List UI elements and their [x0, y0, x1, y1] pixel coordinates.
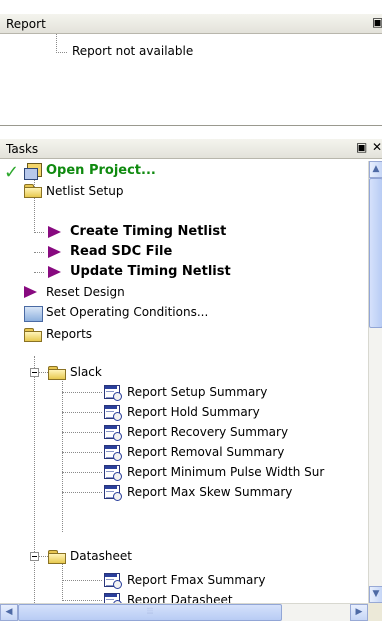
folder-icon	[24, 184, 42, 198]
flag-icon	[48, 246, 61, 258]
tree-connector	[34, 356, 35, 560]
report-panel-header: Report ▣	[0, 14, 382, 34]
tree-connector	[62, 378, 63, 532]
folder-datasheet[interactable]: Datasheet	[70, 546, 132, 566]
task-report-max-skew-summary[interactable]: Report Max Skew Summary	[127, 482, 292, 502]
flag-icon	[48, 266, 61, 278]
scroll-left-icon[interactable]: ◀	[0, 604, 18, 621]
task-report-minimum-pulse-width-summary[interactable]: Report Minimum Pulse Width Sur	[127, 462, 324, 482]
tasks-panel-title: Tasks	[6, 142, 39, 156]
collapse-icon[interactable]	[30, 552, 39, 561]
report-icon	[104, 425, 122, 441]
report-icon	[104, 465, 122, 481]
task-read-sdc-file[interactable]: Read SDC File	[70, 242, 172, 262]
tree-connector	[62, 412, 102, 413]
report-message: Report not available	[72, 44, 194, 58]
folder-icon	[48, 366, 66, 380]
scroll-right-icon[interactable]: ▶	[350, 604, 368, 621]
task-report-datasheet[interactable]: Report Datasheet	[127, 590, 233, 603]
task-update-timing-netlist[interactable]: Update Timing Netlist	[70, 262, 231, 282]
tree-connector	[62, 580, 102, 581]
folder-netlist-setup[interactable]: Netlist Setup	[46, 181, 123, 201]
tasks-tree: ✓ Open Project... Netlist Setup Create T…	[0, 161, 368, 603]
task-report-recovery-summary[interactable]: Report Recovery Summary	[127, 422, 288, 442]
tree-connector	[62, 452, 102, 453]
vertical-scrollbar[interactable]: ▲ ▼	[368, 161, 382, 603]
folder-icon	[24, 328, 42, 342]
scroll-up-icon[interactable]: ▲	[369, 161, 382, 178]
report-icon	[104, 573, 122, 589]
report-icon	[104, 485, 122, 501]
scrollbar-corner	[368, 603, 382, 621]
tree-connector	[34, 252, 44, 253]
check-icon: ✓	[4, 162, 20, 183]
task-reset-design[interactable]: Reset Design	[46, 282, 125, 302]
horizontal-scrollbar[interactable]: ◀ ⦙⦙⦙ ▶	[0, 603, 368, 621]
report-icon	[104, 593, 122, 603]
task-create-timing-netlist[interactable]: Create Timing Netlist	[70, 222, 226, 242]
tree-connector	[34, 562, 35, 603]
task-report-fmax-summary[interactable]: Report Fmax Summary	[127, 570, 265, 590]
tree-connector	[34, 272, 44, 273]
tree-connector	[34, 232, 44, 233]
tree-connector	[56, 34, 67, 53]
close-icon[interactable]: ✕	[372, 140, 382, 154]
folder-slack[interactable]: Slack	[70, 362, 102, 382]
scroll-down-icon[interactable]: ▼	[369, 586, 382, 603]
vertical-scroll-thumb[interactable]	[369, 178, 382, 328]
project-icon	[24, 163, 42, 180]
tree-connector	[62, 600, 102, 601]
report-icon	[104, 445, 122, 461]
flag-icon	[48, 226, 61, 238]
tree-connector	[62, 432, 102, 433]
task-set-operating-conditions[interactable]: Set Operating Conditions...	[46, 302, 208, 322]
task-report-setup-summary[interactable]: Report Setup Summary	[127, 382, 267, 402]
folder-reports[interactable]: Reports	[46, 324, 92, 344]
tree-connector	[62, 492, 102, 493]
report-panel-title: Report	[6, 17, 46, 31]
task-open-project[interactable]: Open Project...	[46, 161, 156, 181]
tree-connector	[62, 562, 63, 601]
flag-icon	[24, 286, 37, 298]
float-icon[interactable]: ▣	[372, 15, 382, 29]
task-report-removal-summary[interactable]: Report Removal Summary	[127, 442, 284, 462]
report-icon	[104, 385, 122, 401]
task-report-hold-summary[interactable]: Report Hold Summary	[127, 402, 260, 422]
settings-icon	[24, 306, 43, 322]
tasks-panel-header: Tasks ▣ ✕	[0, 139, 382, 159]
float-icon[interactable]: ▣	[356, 140, 367, 154]
tree-connector	[62, 392, 102, 393]
report-icon	[104, 405, 122, 421]
folder-icon	[48, 550, 66, 564]
tree-connector	[62, 472, 102, 473]
tree-connector	[34, 173, 35, 233]
horizontal-scroll-thumb[interactable]: ⦙⦙⦙	[18, 604, 282, 621]
report-panel-body: Report not available	[0, 34, 382, 126]
collapse-icon[interactable]	[30, 368, 39, 377]
